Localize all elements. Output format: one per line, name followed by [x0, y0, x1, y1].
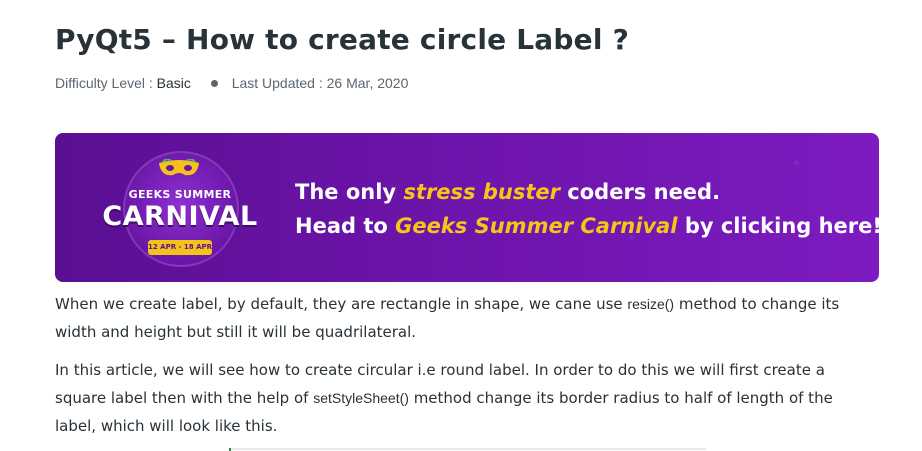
- page-title: PyQt5 – How to create circle Label ?: [55, 23, 630, 56]
- banner-line-2-pre: Head to: [295, 214, 396, 238]
- paragraph-1-code: resize(): [627, 296, 675, 312]
- logo-dates-ribbon: 12 APR - 18 APR: [148, 240, 212, 255]
- banner-line-1-highlight: stress buster: [403, 180, 560, 204]
- banner-line-2: Head to Geeks Summer Carnival by clickin…: [295, 209, 879, 243]
- banner-line-1-post: coders need.: [559, 180, 721, 204]
- promo-banner[interactable]: GEEKS SUMMER CARNIVAL 12 APR - 18 APR Th…: [55, 133, 879, 282]
- banner-line-2-post: by clicking here!: [677, 214, 879, 238]
- article-meta: Difficulty Level : Basic Last Updated : …: [55, 73, 408, 93]
- article-paragraph-2: In this article, we will see how to crea…: [55, 356, 875, 440]
- carnival-logo: GEEKS SUMMER CARNIVAL 12 APR - 18 APR: [95, 145, 265, 270]
- carnival-mask-icon: [159, 159, 199, 176]
- banner-line-1: The only stress buster coders need.: [295, 175, 879, 209]
- paragraph-1-text-pre: When we create label, by default, they a…: [55, 295, 628, 313]
- difficulty-value[interactable]: Basic: [157, 75, 191, 91]
- image-top-border: [229, 448, 706, 451]
- updated-label: Last Updated :: [231, 75, 327, 91]
- banner-line-1-pre: The only: [295, 180, 404, 204]
- banner-promo-text[interactable]: The only stress buster coders need. Head…: [295, 175, 879, 243]
- updated-value: 26 Mar, 2020: [326, 75, 409, 91]
- article-paragraph-1: When we create label, by default, they a…: [55, 290, 875, 346]
- logo-main-text: CARNIVAL: [102, 201, 258, 232]
- banner-line-2-highlight: Geeks Summer Carnival: [395, 214, 678, 238]
- separator-dot-icon: [210, 80, 218, 88]
- paragraph-2-code: setStyleSheet(): [313, 390, 409, 406]
- difficulty-label: Difficulty Level :: [55, 75, 157, 91]
- logo-top-text: GEEKS SUMMER: [128, 188, 232, 201]
